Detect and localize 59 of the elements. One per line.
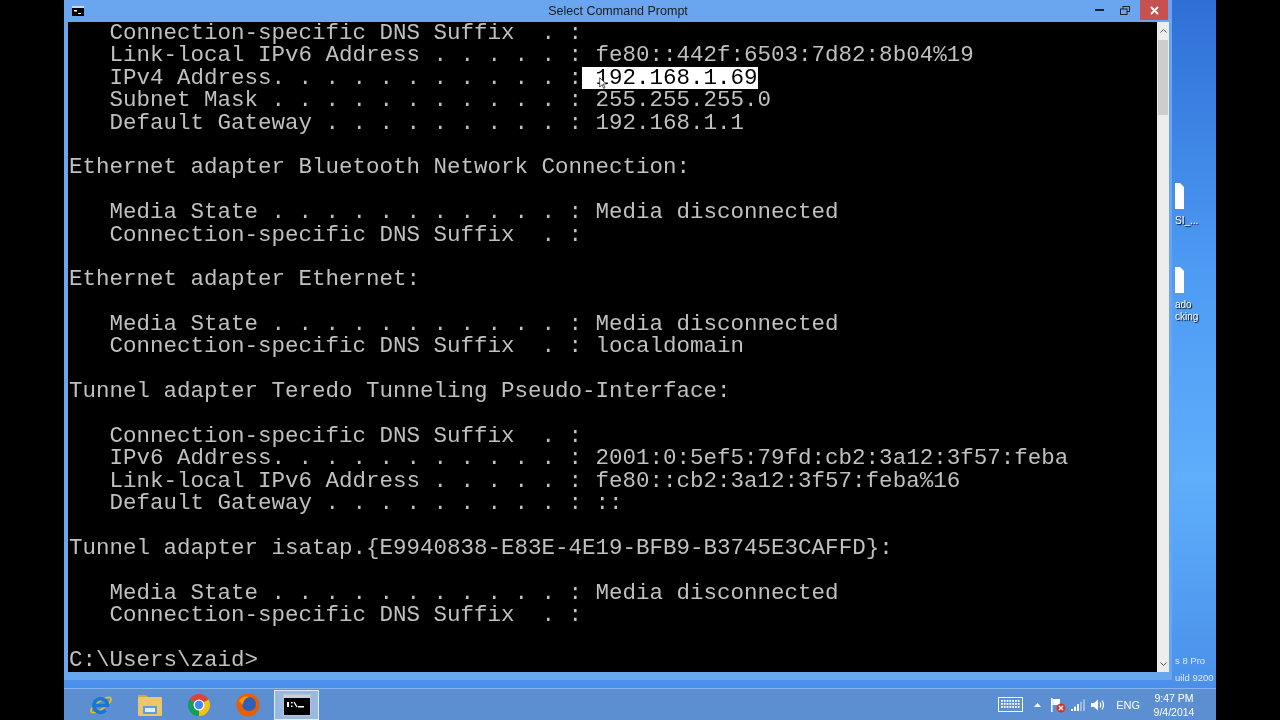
adapter-heading: Ethernet adapter Ethernet: [69,268,421,291]
window-title: Select Command Prompt [548,3,688,20]
field-label: Link-local IPv6 Address . . . . . : [109,469,583,493]
terminal-icon[interactable] [72,6,84,16]
globe-icon [234,691,261,718]
minimize-icon [1094,9,1104,11]
edition-text: s 8 Pro [1175,654,1206,668]
adapter-heading: Tunnel adapter Teredo Tunneling Pseudo-Interface: [69,380,731,403]
field-value: :: [595,492,623,515]
clock-time[interactable]: 9:47 PM [1154,690,1194,705]
document-icon[interactable] [1175,267,1184,293]
close-icon [1149,5,1159,15]
keyboard-icon [997,697,1023,712]
field-value: 2001:0:5ef5:79fd:cb2:3a12:3f57:feba [595,447,1069,470]
field-label: IPv6 Address. . . . . . . . . . . : [109,447,583,470]
adapter-heading: Ethernet adapter Bluetooth Network Connection: [69,156,691,179]
field-label: Connection-specific DNS Suffix . : [109,425,583,448]
field-label: Subnet Mask . . . . . . . . . . . : [109,89,583,112]
field-value: Media disconnected [595,201,839,224]
field-value: fe80::cb2:3a12:3f57:feba%16 [595,469,961,493]
field-value: fe80::442f:6503:7d82:8b04%19 [595,44,974,67]
flag-icon[interactable] [1050,696,1067,713]
chevron-up-icon [1159,28,1167,33]
folder-icon [136,692,163,717]
close-button[interactable] [1140,0,1168,20]
command-prompt[interactable]: C:\Users\zaid> [69,648,259,672]
scrollbar-thumb[interactable] [1158,40,1168,115]
caret-up-icon [1033,702,1041,707]
field-label: Media State . . . . . . . . . . . : [109,581,583,605]
edition-text: uild 9200 [1175,671,1214,685]
field-value: Media disconnected [595,313,839,336]
language-indicator[interactable]: ENG [1108,698,1152,711]
field-label: Connection-specific DNS Suffix . : [109,604,583,627]
speaker-icon[interactable] [1091,698,1106,711]
field-label: Media State . . . . . . . . . . . : [109,313,583,336]
terminal-icon [282,693,311,716]
field-label: Link-local IPv6 Address . . . . . : [109,44,583,67]
document-icon[interactable] [1175,183,1184,209]
field-label: Connection-specific DNS Suffix . : [109,335,583,358]
signal-icon[interactable] [1070,698,1086,711]
field-value: 192.168.1.69 [582,66,758,90]
field-value: 255.255.255.0 [595,89,772,112]
circle-logo-icon [185,691,212,718]
field-value: localdomain [595,335,745,358]
taskbar-app-button[interactable] [274,689,319,720]
field-label: Media State . . . . . . . . . . . : [109,201,583,224]
icon-label: SI_... [1175,215,1199,227]
chevron-down-icon [1159,661,1167,666]
field-value: Media disconnected [595,581,839,605]
clock-date[interactable]: 9/4/2014 [1153,704,1195,719]
field-label: Default Gateway . . . . . . . . . : [109,492,583,515]
field-value: 192.168.1.1 [595,111,745,134]
field-label: IPv4 Address. . . . . . . . . . . : [109,66,583,90]
field-label: Connection-specific DNS Suffix . : [109,22,583,45]
field-label: Connection-specific DNS Suffix . : [109,223,583,246]
field-label: Default Gateway . . . . . . . . . : [109,111,583,134]
restore-icon [1120,5,1130,15]
icon-label: ado cking [1175,299,1199,323]
adapter-heading: Tunnel adapter isatap.{E9940838-E83E-4E19-BFB9-B3745E3CAFFD}: [69,537,893,560]
